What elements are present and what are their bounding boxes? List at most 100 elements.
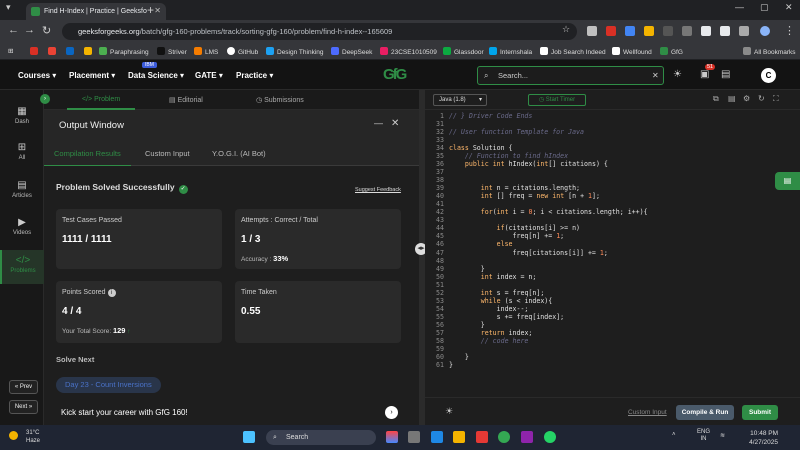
extension-icon[interactable]	[663, 26, 673, 36]
app-icon[interactable]	[521, 431, 533, 443]
fullscreen-icon[interactable]: ⛶	[773, 94, 779, 104]
next-button[interactable]: Next »	[9, 400, 38, 414]
suggest-feedback-link[interactable]: Suggest Feedback	[355, 187, 401, 193]
bookmark-youtube[interactable]	[30, 47, 41, 56]
bookmark-lms[interactable]: LMS	[194, 47, 218, 56]
chevron-up-icon[interactable]: ˄	[672, 432, 676, 438]
whatsapp-icon[interactable]	[544, 431, 556, 443]
windows-start-icon[interactable]	[243, 431, 255, 443]
clear-search-icon[interactable]: ✕	[652, 67, 659, 84]
tab-submissions[interactable]: ◷ Submissions	[256, 96, 304, 104]
bookmark-wellfound[interactable]: Wellfound	[612, 47, 652, 56]
bookmark-striver[interactable]: Striver	[157, 47, 187, 56]
forward-icon[interactable]: →	[24, 24, 35, 36]
next-problem-chip[interactable]: Day 23 - Count Inversions	[56, 377, 161, 393]
rail-videos[interactable]: ▶ Videos	[0, 217, 44, 236]
compile-run-button[interactable]: Compile & Run	[676, 405, 734, 420]
bookmark-github[interactable]: GitHub	[227, 47, 258, 56]
extension-icon[interactable]	[587, 26, 597, 36]
avatar[interactable]: C	[761, 68, 776, 83]
bookmark-23cse[interactable]: 23CSE1010509	[380, 47, 437, 56]
file-explorer-icon[interactable]	[453, 431, 465, 443]
rail-all[interactable]: ⊞ All	[0, 142, 44, 161]
extension-icon[interactable]	[625, 26, 635, 36]
nav-practice[interactable]: Practice ▾	[236, 71, 273, 80]
nav-data-science[interactable]: Data Science ▾	[128, 71, 184, 80]
extension-icon[interactable]	[644, 26, 654, 36]
gfg-logo[interactable]: GfG	[383, 66, 407, 83]
url-input[interactable]: geeksforgeeks.org/batch/gfg-160-problems…	[62, 23, 577, 40]
clock[interactable]: 10:48 PM 4/27/2025	[733, 429, 778, 447]
tab-editorial[interactable]: ▤ Editorial	[169, 96, 203, 104]
minimize-icon[interactable]: —	[735, 2, 744, 12]
taskbar-search[interactable]: ⌕ Search	[266, 430, 376, 445]
edge-icon[interactable]	[431, 431, 443, 443]
reset-icon[interactable]: ↻	[758, 94, 765, 103]
nav-placement[interactable]: Placement ▾	[69, 71, 115, 80]
tab-search-icon[interactable]: ▾	[6, 2, 11, 13]
info-icon[interactable]: i	[107, 289, 116, 297]
reload-icon[interactable]: ↻	[42, 24, 51, 37]
start-timer-button[interactable]: ◷ Start Timer	[528, 94, 586, 106]
tab-problem[interactable]: </> Problem	[66, 96, 136, 110]
code-editor[interactable]: 1 // } Driver Code Ends 31 32 // User functi…	[425, 110, 800, 397]
minimize-output-icon[interactable]: —	[374, 118, 383, 128]
file-icon[interactable]: ▤	[728, 94, 736, 103]
all-bookmarks[interactable]: All Bookmarks	[743, 47, 796, 56]
extension-icon[interactable]	[720, 26, 730, 36]
task-view-icon[interactable]	[408, 431, 420, 443]
settings-icon[interactable]: ⚙	[743, 94, 750, 103]
chevron-right-icon[interactable]: ›	[385, 406, 398, 419]
extension-icon[interactable]	[682, 26, 692, 36]
tab-compilation-results[interactable]: Compilation Results	[44, 149, 131, 167]
extension-icon[interactable]	[739, 26, 749, 36]
new-tab-icon[interactable]: +	[147, 3, 154, 17]
language-indicator[interactable]: ENG IN	[697, 429, 710, 443]
bookmark-internshala[interactable]: Internshala	[489, 47, 532, 56]
custom-input-link[interactable]: Custom Input	[628, 409, 667, 416]
app-icon[interactable]	[386, 431, 398, 443]
bookmark-glassdoor[interactable]: Glassdoor	[443, 47, 484, 56]
chrome-icon[interactable]	[498, 431, 510, 443]
bookmark-linkedin[interactable]	[66, 47, 77, 56]
theme-toggle-icon[interactable]: ☀	[673, 69, 682, 80]
bookmark-design-thinking[interactable]: Design Thinking	[266, 47, 324, 56]
prev-button[interactable]: « Prev	[9, 380, 38, 394]
rail-articles[interactable]: ▤ Articles	[0, 180, 44, 199]
bell-icon[interactable]: ▣	[700, 69, 709, 80]
bookmark-icon[interactable]	[84, 47, 95, 56]
expand-panel-icon[interactable]: ›	[40, 94, 50, 104]
theme-icon[interactable]: ☀	[445, 406, 453, 417]
copy-icon[interactable]: ⧉	[713, 94, 719, 104]
browser-tab[interactable]: Find H-Index | Practice | Geeksfo ✕	[26, 3, 166, 20]
bookmark-paraphrasing[interactable]: Paraphrasing	[99, 47, 149, 56]
nav-gate[interactable]: GATE ▾	[195, 71, 223, 80]
bookmark-star-icon[interactable]: ☆	[562, 24, 570, 35]
extension-icon[interactable]	[606, 26, 616, 36]
bookmark-indeed[interactable]: Job Search Indeed	[540, 47, 606, 56]
app-icon[interactable]	[476, 431, 488, 443]
bookmark-deepseek[interactable]: DeepSeek	[331, 47, 372, 56]
tab-custom-input[interactable]: Custom Input	[145, 149, 190, 158]
close-window-icon[interactable]: ✕	[785, 2, 793, 13]
search-input[interactable]: ⌕ Search... ✕	[477, 66, 664, 85]
maximize-icon[interactable]: ▢	[760, 2, 769, 13]
rail-dash[interactable]: ▦ Dash	[0, 106, 44, 125]
back-icon[interactable]: ←	[8, 24, 19, 36]
bookmark-gfg[interactable]: GfG	[660, 47, 683, 56]
bookmark-gmail[interactable]	[48, 47, 59, 56]
menu-kebab-icon[interactable]: ⋮	[784, 24, 795, 37]
profile-icon[interactable]	[760, 26, 770, 36]
nav-courses[interactable]: Courses ▾	[18, 71, 56, 80]
close-tab-icon[interactable]: ✕	[154, 6, 161, 15]
cart-icon[interactable]: ▤	[721, 69, 730, 80]
chat-icon[interactable]: ▤	[775, 172, 800, 190]
wifi-icon[interactable]: ≋	[720, 432, 725, 439]
weather-widget[interactable]: 31°C Haze	[9, 429, 40, 445]
close-output-icon[interactable]: ✕	[391, 118, 399, 129]
rail-problems[interactable]: </> Problems	[0, 250, 44, 284]
apps-icon[interactable]: ⊞	[8, 47, 13, 55]
extension-icon[interactable]	[701, 26, 711, 36]
language-select[interactable]: Java (1.8) ▾	[433, 94, 487, 106]
tab-yogi-ai-bot[interactable]: Y.O.G.I. (AI Bot)	[212, 149, 266, 158]
